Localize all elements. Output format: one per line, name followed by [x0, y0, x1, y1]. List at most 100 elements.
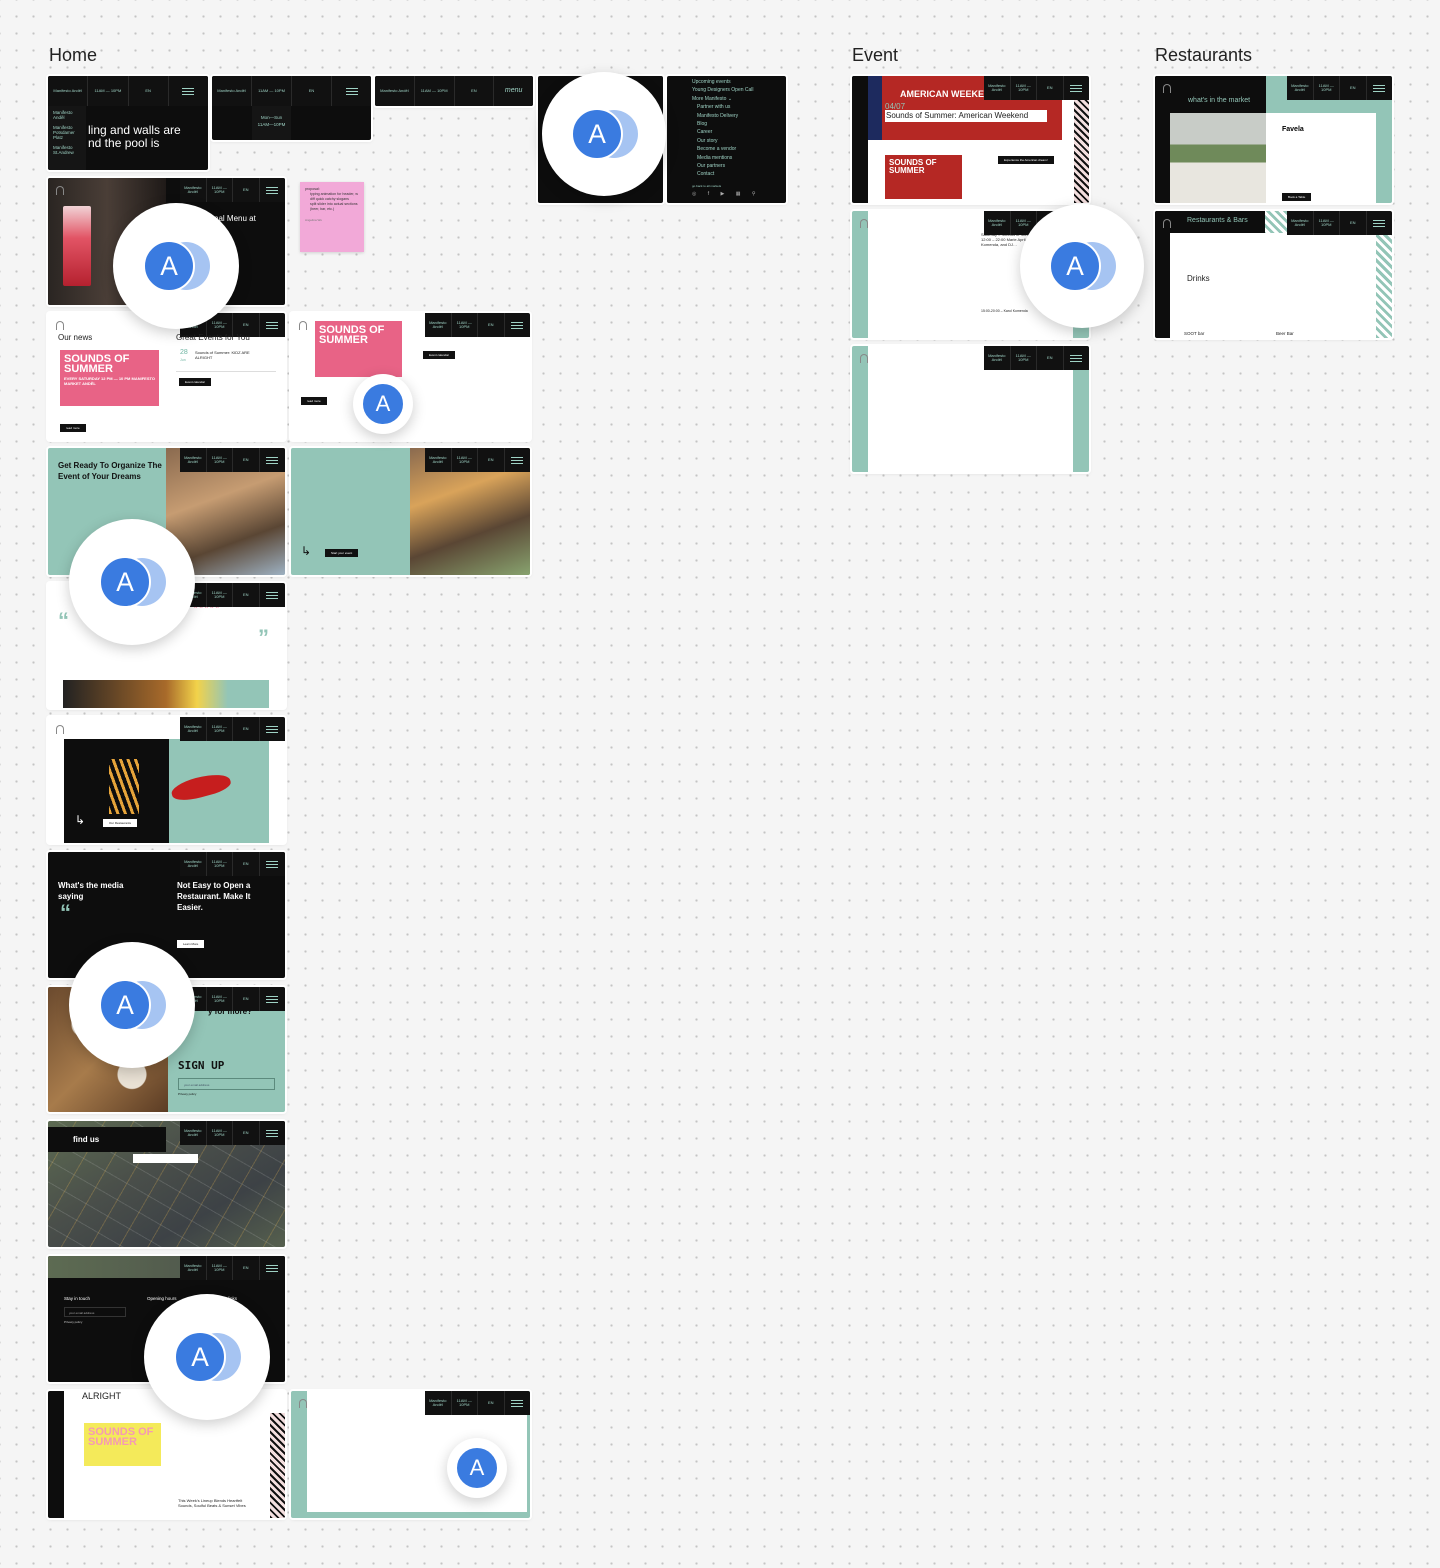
menu-button[interactable] [260, 178, 286, 202]
frame-news[interactable]: Manifesto Anděl11AM — 10PMEN Our news SO… [48, 313, 285, 440]
menu-item[interactable]: Our partners [697, 162, 786, 170]
site-header[interactable]: Manifesto Anděl11AM — 10PMEN [984, 76, 1089, 100]
hours-select[interactable]: 11AM — 10PM [207, 1121, 233, 1145]
language-select[interactable]: EN [478, 1391, 505, 1415]
location-option[interactable]: Manifesto Anděl [53, 110, 81, 120]
location-select[interactable]: Manifesto Anděl [1287, 76, 1314, 100]
language-select[interactable]: EN [233, 583, 260, 607]
location-select[interactable]: Manifesto Anděl [1287, 211, 1314, 235]
read-more-button[interactable]: read more [60, 424, 86, 432]
location-select[interactable]: Manifesto Anděl [425, 1391, 452, 1415]
news-poster[interactable]: SOUNDS OF SUMMER EVERY SATURDAY 12 PM — 1… [60, 350, 159, 406]
location-select[interactable]: Manifesto Anděl [212, 76, 252, 106]
site-header[interactable]: Manifesto Anděl11AM — 10PMEN [984, 346, 1089, 370]
book-table-button[interactable]: Book a Table [1282, 193, 1312, 201]
menu-button[interactable] [505, 313, 531, 337]
hours-select[interactable]: 11AM — 10PM [207, 987, 233, 1011]
location-select[interactable]: Manifesto Anděl [180, 1256, 207, 1280]
menu-button[interactable] [260, 583, 286, 607]
language-select[interactable]: EN [233, 178, 260, 202]
sticky-note[interactable]: proposal: typing animation for header, w… [300, 182, 364, 252]
menu-item[interactable]: Blog [697, 120, 786, 128]
menu-button[interactable] [260, 1121, 286, 1145]
collaborator-avatar[interactable]: A [353, 374, 413, 434]
hours-select[interactable]: 11AM — 10PM [207, 178, 233, 202]
location-select[interactable]: Manifesto Anděl [180, 1121, 207, 1145]
hours-select[interactable]: 11AM — 10PM [88, 76, 129, 106]
location-select[interactable]: Manifesto Anděl [425, 313, 452, 337]
hours-select[interactable]: 11AM — 10PM [452, 448, 478, 472]
site-header[interactable]: Manifesto Anděl11AM — 10PMEN [425, 1391, 530, 1415]
hours-select[interactable]: 11AM — 10PM [207, 717, 233, 741]
location-select[interactable]: Manifesto Anděl [425, 448, 452, 472]
hours-select[interactable]: 11AM — 10PM [207, 1256, 233, 1280]
hours-select[interactable]: 11AM — 10PM [415, 76, 455, 106]
hours-select[interactable]: 11AM — 10PM [452, 1391, 478, 1415]
collaborator-avatar[interactable]: A [69, 519, 195, 645]
menu-item[interactable]: Our story [697, 137, 786, 145]
menu-item[interactable]: Upcoming events [692, 78, 786, 86]
frame-event-alright[interactable]: ALRIGHT SOUNDS OF SUMMER This Week's Lin… [48, 1391, 285, 1518]
menu-item[interactable]: Become a vendor [697, 145, 786, 153]
site-header[interactable]: Manifesto Anděl11AM — 10PMEN [180, 583, 285, 607]
hours-select[interactable]: 11AM — 10PM [207, 583, 233, 607]
site-header[interactable]: Manifesto Anděl11AM — 10PMEN [1287, 211, 1392, 235]
read-more-button[interactable]: read more [301, 397, 327, 405]
menu-button[interactable] [505, 448, 531, 472]
hours-select[interactable]: 11AM — 10PM [207, 448, 233, 472]
language-select[interactable]: EN [1037, 346, 1064, 370]
language-select[interactable]: EN [478, 448, 505, 472]
hours-select[interactable]: 11AM — 10PM [1011, 76, 1037, 100]
hours-select[interactable]: 11AM — 10PM [207, 852, 233, 876]
collaborator-avatar[interactable]: A [447, 1438, 507, 1498]
location-select[interactable]: Manifesto Anděl [180, 178, 207, 202]
event-calendar-button[interactable]: Event calendar [423, 351, 456, 359]
menu-button[interactable] [260, 1256, 286, 1280]
language-select[interactable]: EN [233, 1121, 260, 1145]
menu-button[interactable] [260, 717, 286, 741]
site-header[interactable]: Manifesto Anděl11AM — 10PMEN [1287, 76, 1392, 100]
language-select[interactable]: EN [1340, 76, 1367, 100]
frame-event-description[interactable]: Manifesto Anděl 11AM — 10PM EN [852, 346, 1089, 472]
menu-button[interactable] [1367, 76, 1393, 100]
restaurant-card[interactable]: SOOT bar [1184, 331, 1204, 336]
language-select[interactable]: EN [233, 852, 260, 876]
menu-button[interactable]: menu [494, 76, 533, 106]
location-option[interactable]: Manifesto St.Andrew [53, 145, 81, 155]
our-restaurants-button[interactable]: Our Restaurants [103, 819, 138, 827]
menu-button[interactable] [332, 76, 371, 106]
language-select[interactable]: EN [1037, 76, 1064, 100]
site-header[interactable]: Manifesto Anděl11AM — 10PMEN [180, 1256, 285, 1280]
site-header[interactable]: Manifesto Anděl 11AM — 10PM EN menu [375, 76, 533, 106]
site-header[interactable]: Manifesto Anděl11AM — 10PMEN [180, 178, 285, 202]
language-select[interactable]: EN [455, 76, 495, 106]
experience-button[interactable]: Experience the American dream! [998, 156, 1054, 164]
frame-location-dropdown[interactable]: Manifesto Anděl 11AM — 10PM EN Manifesto A… [48, 76, 208, 170]
hours-select[interactable]: 11AM — 10PM [1314, 211, 1340, 235]
collaborator-avatar[interactable]: A [113, 203, 239, 329]
menu-item[interactable]: Young Designers Open Call [692, 86, 786, 94]
news-poster[interactable]: SOUNDS OF SUMMER [315, 321, 402, 377]
location-select[interactable]: Manifesto Anděl [180, 448, 207, 472]
location-select[interactable]: Manifesto Anděl [984, 211, 1011, 235]
location-select[interactable]: Manifesto Anděl [180, 852, 207, 876]
site-header[interactable]: Manifesto Anděl11AM — 10PMEN [425, 448, 530, 472]
language-select[interactable]: EN [129, 76, 169, 106]
frame-organize-event-details[interactable]: ↳ Start your event Manifesto Anděl 11AM —… [291, 448, 530, 575]
menu-button[interactable] [1064, 346, 1090, 370]
event-calendar-button[interactable]: Event calendar [179, 378, 212, 386]
menu-button[interactable] [260, 852, 286, 876]
language-select[interactable]: EN [292, 76, 332, 106]
event-poster[interactable]: SOUNDS OF SUMMER [84, 1423, 161, 1466]
language-select[interactable]: EN [233, 448, 260, 472]
site-header[interactable]: Manifesto Anděl11AM — 10PMEN [180, 1121, 285, 1145]
menu-item[interactable]: Partner with us [697, 103, 786, 111]
location-select[interactable]: Manifesto Anděl [48, 76, 89, 106]
back-to-markets-link[interactable]: go back to all markets [692, 182, 786, 190]
menu-button[interactable] [1064, 76, 1090, 100]
map-search-input[interactable] [133, 1154, 198, 1163]
language-select[interactable]: EN [233, 1256, 260, 1280]
language-select[interactable]: EN [478, 313, 505, 337]
menu-button[interactable] [260, 987, 286, 1011]
site-header[interactable]: Manifesto Anděl11AM — 10PMEN [425, 313, 530, 337]
